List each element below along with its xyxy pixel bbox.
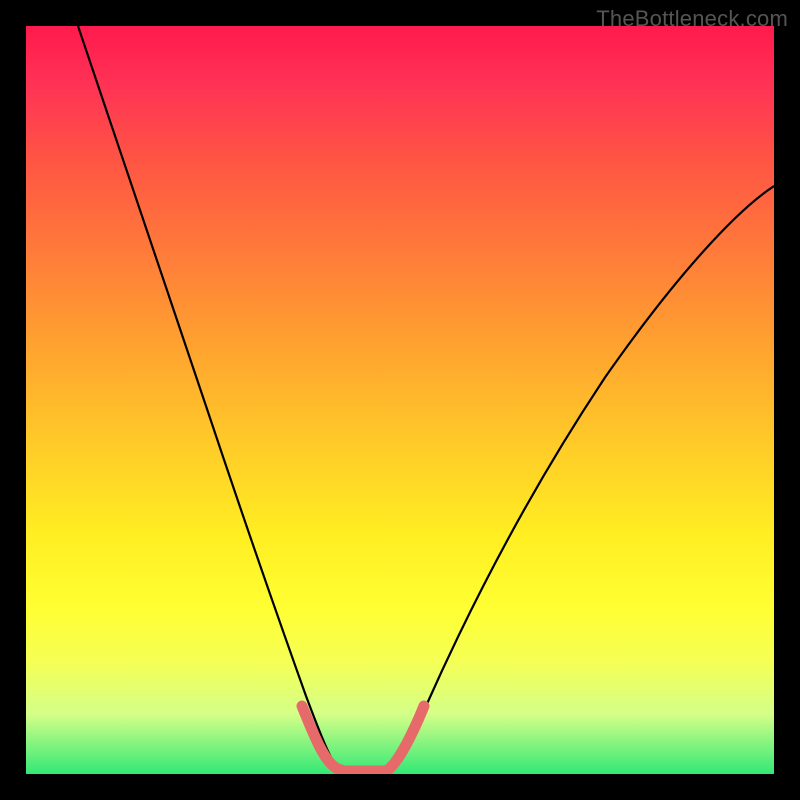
bottleneck-curve xyxy=(78,26,774,771)
curve-svg xyxy=(26,26,774,774)
chart-container: TheBottleneck.com xyxy=(0,0,800,800)
plot-area xyxy=(26,26,774,774)
watermark-text: TheBottleneck.com xyxy=(596,6,788,32)
optimal-zone-highlight xyxy=(302,706,424,771)
